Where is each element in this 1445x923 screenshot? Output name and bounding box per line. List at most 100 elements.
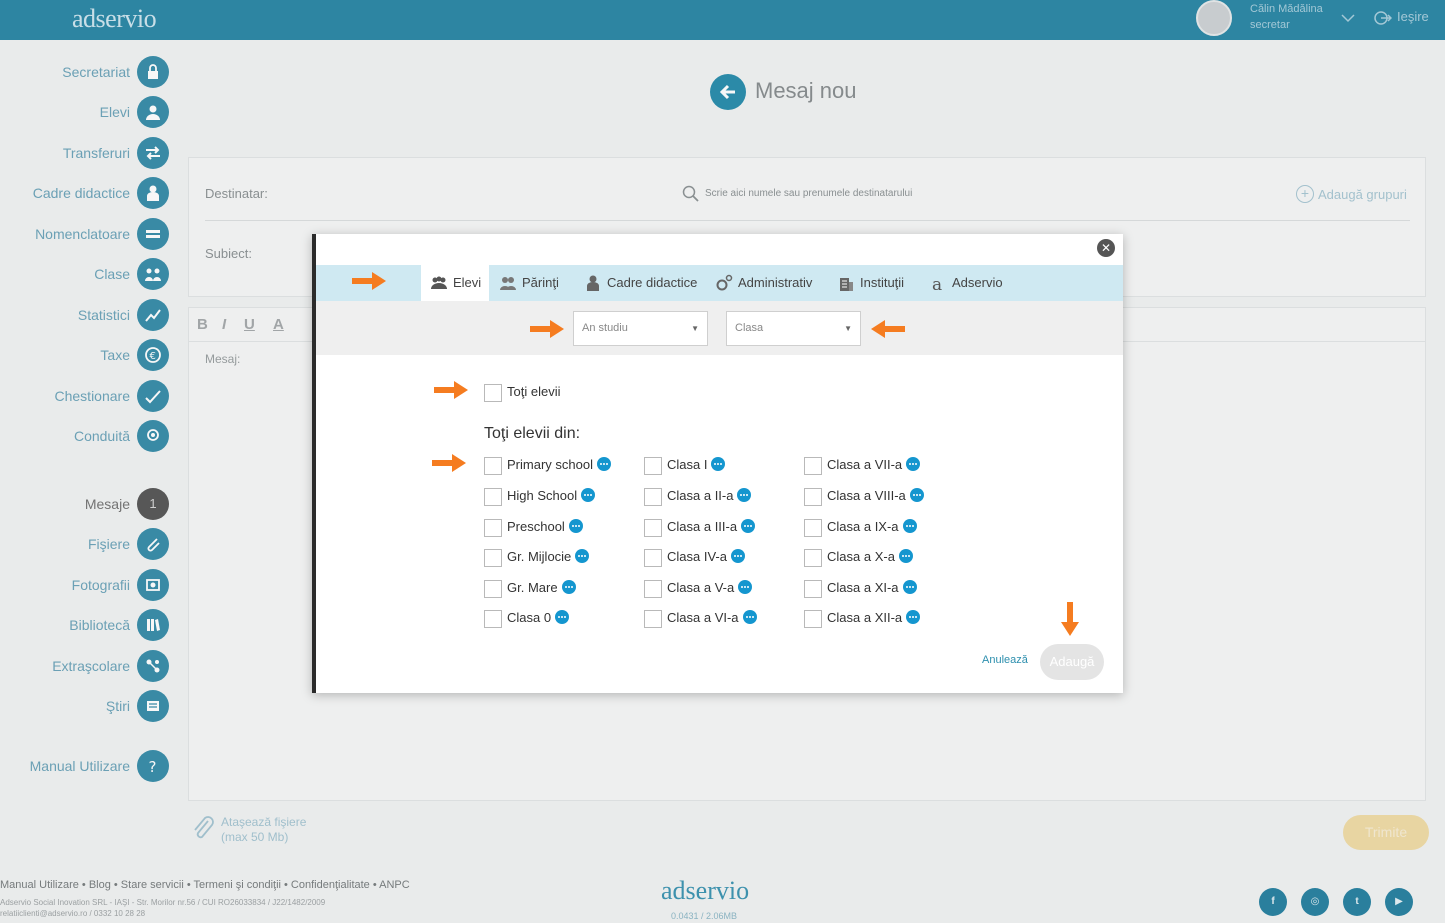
- tab-institutii[interactable]: Instituţii: [828, 265, 914, 301]
- arrow-right-icon: [352, 272, 386, 290]
- class-select-value: Clasa: [735, 322, 764, 334]
- group-checkbox[interactable]: [804, 549, 822, 567]
- more-info-icon[interactable]: [902, 580, 917, 594]
- group-label[interactable]: Clasa a VIII-a: [827, 488, 924, 503]
- close-icon[interactable]: ✕: [1097, 239, 1115, 257]
- group-checkbox[interactable]: [644, 610, 662, 628]
- group-label[interactable]: Gr. Mare: [507, 580, 576, 595]
- students-icon: [431, 276, 447, 289]
- more-info-icon[interactable]: [561, 580, 576, 594]
- tab-label: Părinţi: [522, 275, 559, 290]
- group-label-text: Clasa a XII-a: [827, 610, 903, 625]
- more-info-icon[interactable]: [738, 580, 753, 594]
- group-label[interactable]: Clasa a VII-a: [827, 457, 921, 472]
- group-label-text: Clasa a II-a: [667, 488, 734, 503]
- more-info-icon[interactable]: [742, 610, 757, 624]
- more-info-icon[interactable]: [906, 610, 921, 624]
- group-label[interactable]: Clasa I: [667, 457, 726, 472]
- tab-parinti[interactable]: Părinţi: [490, 265, 570, 301]
- group-checkbox[interactable]: [804, 580, 822, 598]
- gears-icon: [716, 274, 733, 291]
- group-label[interactable]: Clasa IV-a: [667, 549, 745, 564]
- more-info-icon[interactable]: [902, 519, 917, 533]
- group-label-text: Clasa a VIII-a: [827, 488, 906, 503]
- tab-administrativ[interactable]: Administrativ: [706, 265, 822, 301]
- more-info-icon[interactable]: [737, 488, 752, 502]
- all-students-checkbox[interactable]: [484, 384, 502, 402]
- more-info-icon[interactable]: [711, 457, 726, 471]
- group-label-text: Clasa a VII-a: [827, 457, 903, 472]
- group-checkbox[interactable]: [484, 488, 502, 506]
- arrow-right-icon: [434, 381, 468, 399]
- group-checkbox[interactable]: [644, 488, 662, 506]
- group-label-text: Clasa a IX-a: [827, 519, 899, 534]
- group-label[interactable]: Clasa a XI-a: [827, 580, 917, 595]
- more-info-icon[interactable]: [568, 519, 583, 533]
- filter-bar: [316, 301, 1123, 355]
- tab-cadre-didactice[interactable]: Cadre didactice: [575, 265, 701, 301]
- tab-label: Administrativ: [738, 275, 813, 290]
- group-checkbox[interactable]: [804, 519, 822, 537]
- group-checkbox[interactable]: [644, 457, 662, 475]
- group-label-text: Clasa a XI-a: [827, 580, 899, 595]
- group-checkbox[interactable]: [484, 580, 502, 598]
- arrow-left-icon: [871, 320, 905, 338]
- group-label[interactable]: Clasa a III-a: [667, 519, 756, 534]
- more-info-icon[interactable]: [741, 519, 756, 533]
- group-checkbox[interactable]: [644, 580, 662, 598]
- group-checkbox[interactable]: [804, 488, 822, 506]
- group-label[interactable]: Gr. Mijlocie: [507, 549, 590, 564]
- group-label-text: Clasa a VI-a: [667, 610, 739, 625]
- group-checkbox[interactable]: [484, 457, 502, 475]
- group-label[interactable]: Clasa a II-a: [667, 488, 752, 503]
- more-info-icon[interactable]: [596, 457, 611, 471]
- cancel-link[interactable]: Anulează: [982, 654, 1028, 666]
- group-label-text: Clasa 0: [507, 610, 552, 625]
- group-checkbox[interactable]: [804, 457, 822, 475]
- group-checkbox[interactable]: [804, 610, 822, 628]
- more-info-icon[interactable]: [898, 549, 913, 563]
- group-label[interactable]: Clasa a VI-a: [667, 610, 757, 625]
- more-info-icon[interactable]: [581, 488, 596, 502]
- tab-label: Adservio: [952, 275, 1003, 290]
- teacher-icon: [587, 275, 599, 291]
- more-info-icon[interactable]: [575, 549, 590, 563]
- group-checkbox[interactable]: [484, 549, 502, 567]
- tab-label: Elevi: [453, 275, 482, 290]
- parents-icon: [500, 277, 516, 290]
- group-checkbox[interactable]: [484, 610, 502, 628]
- group-label[interactable]: Primary school: [507, 457, 611, 472]
- group-label-text: Clasa a III-a: [667, 519, 738, 534]
- more-info-icon[interactable]: [730, 549, 745, 563]
- group-label-text: Clasa IV-a: [667, 549, 727, 564]
- section-title: Toţi elevii din:: [484, 425, 581, 442]
- class-select[interactable]: Clasa ▼: [726, 311, 861, 346]
- group-label-text: Clasa a X-a: [827, 549, 895, 564]
- group-label-text: Preschool: [507, 519, 565, 534]
- add-button[interactable]: Adaugă: [1040, 644, 1104, 680]
- year-select-value: An studiu: [582, 322, 628, 334]
- group-label-text: High School: [507, 488, 578, 503]
- group-checkbox[interactable]: [644, 549, 662, 567]
- group-label-text: Clasa a V-a: [667, 580, 735, 595]
- group-checkbox[interactable]: [644, 519, 662, 537]
- arrow-right-icon: [432, 454, 466, 472]
- more-info-icon[interactable]: [555, 610, 570, 624]
- group-label-text: Gr. Mijlocie: [507, 549, 572, 564]
- group-label[interactable]: High School: [507, 488, 596, 503]
- year-select[interactable]: An studiu ▼: [573, 311, 708, 346]
- group-label[interactable]: Clasa a XII-a: [827, 610, 921, 625]
- group-checkbox[interactable]: [484, 519, 502, 537]
- caret-down-icon: ▼: [844, 324, 852, 333]
- more-info-icon[interactable]: [909, 488, 924, 502]
- adservio-icon: a: [932, 275, 942, 292]
- group-label[interactable]: Clasa 0: [507, 610, 570, 625]
- group-label[interactable]: Clasa a V-a: [667, 580, 753, 595]
- group-label[interactable]: Clasa a X-a: [827, 549, 913, 564]
- group-label[interactable]: Clasa a IX-a: [827, 519, 917, 534]
- tab-elevi[interactable]: Elevi: [421, 265, 489, 301]
- group-label[interactable]: Preschool: [507, 519, 583, 534]
- tab-adservio[interactable]: a Adservio: [920, 265, 1016, 301]
- more-info-icon[interactable]: [906, 457, 921, 471]
- all-students-label[interactable]: Toţi elevii: [507, 384, 560, 399]
